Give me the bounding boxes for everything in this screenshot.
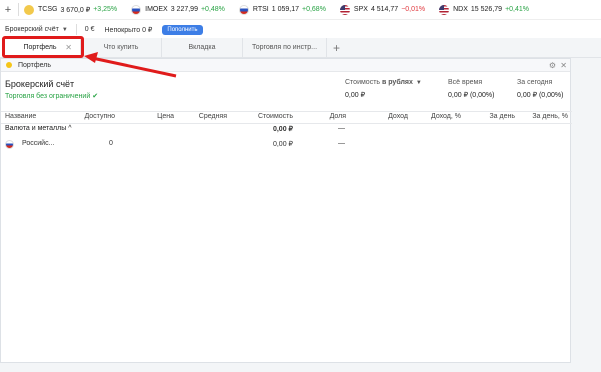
stat-alltime: Всё время 0,00 ₽ (0,00%)	[448, 79, 494, 99]
stat-label: За сегодня	[517, 79, 553, 86]
account-selector[interactable]: Брокерский счёт ▼	[5, 26, 68, 33]
ticker-change: +0,68%	[301, 6, 326, 13]
annotation-arrow-icon	[84, 52, 177, 78]
add-tab-button[interactable]: +	[333, 41, 340, 55]
stat-label: Всё время	[448, 79, 483, 86]
ticker-symbol: SPX	[353, 6, 368, 13]
column-header[interactable]: Цена	[157, 113, 174, 120]
ticker-bar: + TCSG 3 670,0 ₽ +3,25% IMOEX 3 227,99 +…	[0, 0, 601, 19]
ticker-value: 15 526,79	[470, 6, 503, 13]
portfolio-widget: Портфель ⚙ ✕ Брокерский счёт Торговля бе…	[0, 58, 572, 363]
ticker-change: +0,48%	[200, 6, 225, 13]
group-cost: 0,00 ₽	[272, 126, 293, 133]
row-cost: 0,00 ₽	[272, 141, 293, 148]
russia-flag-icon	[5, 140, 14, 149]
ticker-change: −0,01%	[401, 6, 426, 13]
column-header[interactable]: За день, %	[532, 113, 568, 120]
group-label: Валюта и металлы	[5, 125, 67, 132]
row-name: Российс...	[22, 140, 55, 147]
add-ticker-button[interactable]: +	[0, 4, 16, 16]
usa-flag-icon	[439, 4, 450, 15]
background-panel	[571, 58, 601, 372]
background-panel	[0, 363, 601, 372]
balance: 0 €	[84, 26, 95, 33]
account-bar: Брокерский счёт ▼ 0 € Непокрыто 0 ₽ Попол…	[0, 19, 601, 39]
group-share: —	[338, 125, 345, 132]
ticker-symbol: IMOEX	[145, 6, 168, 13]
divider	[18, 3, 19, 16]
column-header[interactable]: Доступно	[84, 113, 115, 120]
chevron-down-icon: ▼	[61, 27, 68, 33]
stat-cost: Стоимость в рублях ▼ 0,00 ₽	[345, 79, 422, 99]
divider	[75, 24, 77, 35]
usa-flag-icon	[339, 4, 350, 15]
coin-icon	[24, 4, 34, 15]
row-available: 0	[109, 140, 113, 147]
table-header: Название Доступно Цена Средняя Стоимость…	[1, 111, 572, 124]
cost-unit: в рублях	[382, 79, 413, 86]
chevron-up-icon: ^	[68, 125, 72, 132]
close-icon[interactable]: ✕	[560, 61, 567, 70]
tab-label: Торговля по инстр...	[251, 44, 318, 51]
column-header[interactable]: Название	[5, 113, 36, 120]
tab-label: Что купить	[103, 44, 139, 51]
ticker-symbol: NDX	[453, 6, 468, 13]
column-header[interactable]: Доход, %	[431, 113, 461, 120]
ticker-change: +0,41%	[505, 6, 529, 13]
group-name: Валюта и металлы ^	[5, 125, 72, 132]
tab-instrument-trading[interactable]: Торговля по инстр...	[243, 38, 327, 57]
stat-label: Стоимость	[345, 79, 381, 86]
stat-value: 0,00 ₽ (0,00%)	[448, 92, 495, 99]
stat-value: 0,00 ₽	[345, 92, 366, 99]
column-header[interactable]: Стоимость	[258, 113, 293, 120]
widget-title: Портфель	[18, 61, 52, 69]
row-share: —	[338, 140, 345, 147]
tab-label: Вкладка	[188, 44, 216, 51]
ticker-symbol: RTSI	[252, 6, 269, 13]
column-header[interactable]: Доход	[388, 113, 408, 120]
account-summary: Брокерский счёт Торговля без ограничений…	[5, 79, 98, 100]
ticker-value: 3 227,99	[170, 6, 198, 13]
uncovered-amount: Непокрыто 0 ₽	[104, 26, 153, 34]
topup-button[interactable]: Пополнить	[162, 24, 203, 35]
group-row[interactable]: Валюта и металлы ^ 0,00 ₽ —	[1, 125, 572, 136]
ticker-item[interactable]: RTSI 1 059,17 +0,68%	[238, 4, 326, 15]
ticker-item[interactable]: NDX 15 526,79 +0,41%	[439, 4, 529, 15]
highlight-box	[2, 36, 84, 58]
column-header[interactable]: За день	[489, 113, 515, 120]
russia-flag-icon	[238, 4, 249, 15]
cost-selector[interactable]: Стоимость в рублях ▼	[345, 79, 422, 86]
ticker-item[interactable]: TCSG 3 670,0 ₽ +3,25%	[24, 4, 118, 15]
ticker-item[interactable]: IMOEX 3 227,99 +0,48%	[131, 4, 225, 15]
ticker-change: +3,25%	[93, 6, 118, 13]
stat-today: За сегодня 0,00 ₽ (0,00%)	[517, 79, 563, 99]
chevron-down-icon: ▼	[415, 80, 422, 86]
ticker-item[interactable]: SPX 4 514,77 −0,01%	[339, 4, 426, 15]
account-name: Брокерский счёт	[5, 26, 59, 33]
ticker-value: 4 514,77	[370, 6, 399, 13]
gear-icon[interactable]: ⚙	[549, 61, 556, 70]
table-row[interactable]: Российс... 0 0,00 ₽ —	[1, 140, 572, 151]
stat-value: 0,00 ₽ (0,00%)	[517, 92, 564, 99]
status-dot-icon	[6, 62, 12, 68]
ticker-value: 3 670,0 ₽	[60, 6, 91, 14]
column-header[interactable]: Средняя	[199, 113, 227, 120]
ticker-symbol: TCSG	[38, 6, 58, 13]
ticker-value: 1 059,17	[271, 6, 299, 13]
russia-flag-icon	[131, 4, 142, 15]
column-header[interactable]: Доля	[330, 113, 346, 120]
trading-status: Торговля без ограничений ✔	[5, 93, 99, 100]
